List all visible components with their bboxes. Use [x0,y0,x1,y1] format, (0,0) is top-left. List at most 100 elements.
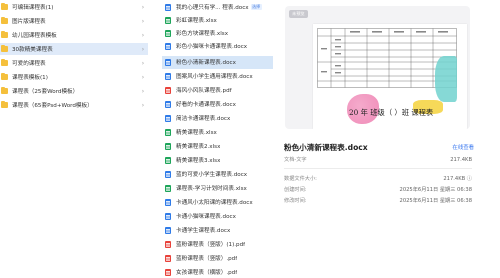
chevron-right-icon: › [141,101,145,109]
file-item[interactable]: 精美课程表.xlsx [162,126,273,139]
folder-item[interactable]: 可编辑课程表(1) › [0,1,148,13]
folder-icon [1,72,8,80]
file-item[interactable]: 好看的卡通课程表.docx [162,98,273,111]
file-item[interactable]: 图案风小学生通用课程表.docx [162,70,273,83]
meta-modified: 修改时间: 2025年6月11日 星期三 06:38 [284,196,472,205]
file-item[interactable]: 精美课程表3.xlsx [162,154,273,167]
file-label: 蓝粉课程表（竖版）.pdf [176,256,238,263]
file-label: 精美课程表.xlsx [176,130,217,137]
chevron-right-icon: › [141,17,145,25]
file-item[interactable]: 精美课程表2.xlsx [162,140,273,153]
meta-value: 217.4KB ⓘ [443,176,472,182]
excel-file-icon [165,16,171,24]
word-file-icon [165,226,171,234]
preview-tag: 未预览 [289,10,308,18]
open-online-link[interactable]: 在线查看 [452,143,474,151]
file-item[interactable]: 卡通风小太阳课的课程表.docx [162,196,273,209]
file-label: 精美课程表3.xlsx [176,158,221,165]
folder-label: 30款精美课程表 [12,47,53,53]
file-item[interactable]: 简洁卡通课程表.docx [162,112,273,125]
file-label: 精美课程表2.xlsx [176,144,221,151]
file-item[interactable]: 蓝粉课程表（竖版）(1).pdf [162,238,273,251]
excel-file-icon [165,156,171,164]
file-label: 蓝的可爱小学生课程表.docx [176,172,248,179]
folder-item[interactable]: 幼儿园课程表模板 › [0,29,148,41]
word-file-icon [165,100,171,108]
file-item[interactable]: 课程表-学习计划时间表.xlsx [162,182,273,195]
file-item[interactable]: 蓝粉课程表（竖版）.pdf [162,252,273,265]
file-label: 简洁卡通课程表.docx [176,116,231,123]
word-file-icon [165,170,171,178]
folder-icon [1,30,8,38]
folder-label: 可爱的课程表 [12,61,46,67]
file-item[interactable]: 彩虹课程表.xlsx [162,14,273,27]
meta-size: 数据文件大小: 217.4KB ⓘ [284,174,472,183]
folder-label: 图片版课程表 [12,19,46,25]
meta-value: 2025年6月11日 星期三 06:38 [399,198,472,204]
folder-item[interactable]: 课程表模板(1) › [0,71,148,83]
preview-panel: 未预览 20 年 班级（ ）班 课程表 粉色小清新课程表.docx 在线查看 文… [280,0,500,278]
file-label: 女孩课程表（横版）.pdf [176,270,238,277]
select-badge[interactable]: 选择 [250,4,262,11]
word-file-icon [165,114,171,122]
folder-item[interactable]: 可爱的课程表 › [0,57,148,69]
file-label: 卡通学生课程表.docx [176,228,231,235]
column-separator [150,0,158,278]
folder-label: 可编辑课程表(1) [12,5,54,11]
chevron-right-icon: › [141,3,145,11]
folder-label: 幼儿园课程表模板 [12,33,57,39]
file-label: 卡通小猫咪课程表.docx [176,214,236,221]
folder-item[interactable]: 课程表（65套Psd+Word模板） › [0,99,148,111]
word-file-icon [165,42,171,50]
file-item-selected[interactable]: 粉色小清新课程表.docx [162,56,273,69]
chevron-right-icon: › [141,45,145,53]
excel-file-icon [165,29,171,37]
file-item[interactable]: 女孩课程表（横版）.pdf [162,266,273,278]
folder-icon [1,86,8,94]
word-file-icon [165,198,171,206]
file-item[interactable]: 卡通小猫咪课程表.docx [162,210,273,223]
meta-key: 文档-文字 [284,157,307,163]
meta-key: 创建时间: [284,187,307,193]
pdf-file-icon [165,240,171,248]
file-label: 蓝粉课程表（竖版）(1).pdf [176,242,246,249]
file-label: 彩虹课程表.xlsx [176,18,217,25]
divider [284,168,472,169]
chevron-right-icon: › [141,59,145,67]
meta-value: 217.4KB [450,156,472,163]
pdf-file-icon [165,268,171,276]
meta-key: 修改时间: [284,198,307,204]
file-item[interactable]: 海风小风队课程表.pdf [162,84,273,97]
folder-list: 可编辑课程表(1) › 图片版课程表 › 幼儿园课程表模板 › 30款精美课程表… [0,0,148,278]
document-heading: 20 年 班级（ ）班 课程表 [349,108,434,117]
file-label: 好看的卡通课程表.docx [176,102,236,109]
chevron-right-icon: › [141,31,145,39]
word-file-icon [165,58,171,66]
file-label: 粉色小清新课程表.docx [176,60,236,67]
folder-item[interactable]: 图片版课程表 › [0,15,148,27]
file-item[interactable]: 彩色小猫咪卡通课程表.docx [162,40,273,53]
file-item[interactable]: 我的心理只有学... 程表.docx 选择 [162,1,273,14]
folder-item-selected[interactable]: 30款精美课程表 › [0,43,148,55]
file-item[interactable]: 卡通学生课程表.docx [162,224,273,237]
folder-label: 课程表模板(1) [12,75,48,81]
file-label: 图案风小学生通用课程表.docx [176,74,253,81]
folder-item[interactable]: 课程表（25套Word模板） › [0,85,148,97]
file-label: 我的心理只有学... 程表.docx [176,5,249,12]
folder-icon [1,100,8,108]
folder-label: 课程表（25套Word模板） [12,89,79,95]
pdf-file-icon [165,254,171,262]
meta-kind: 文档-文字 217.4KB [284,155,472,164]
file-item[interactable]: 蓝的可爱小学生课程表.docx [162,168,273,181]
chevron-right-icon: › [141,73,145,81]
word-file-icon [165,72,171,80]
file-label: 彩色方块课程表.xlsx [176,31,229,38]
meta-value: 2025年6月11日 星期三 06:38 [399,187,472,193]
file-item[interactable]: 彩色方块课程表.xlsx [162,27,273,40]
excel-file-icon [165,128,171,136]
meta-created: 创建时间: 2025年6月11日 星期三 06:38 [284,185,472,194]
document-thumbnail[interactable]: 未预览 20 年 班级（ ）班 课程表 [285,6,470,129]
meta-key: 数据文件大小: [284,176,317,182]
folder-label: 课程表（65套Psd+Word模板） [12,103,93,109]
excel-file-icon [165,142,171,150]
